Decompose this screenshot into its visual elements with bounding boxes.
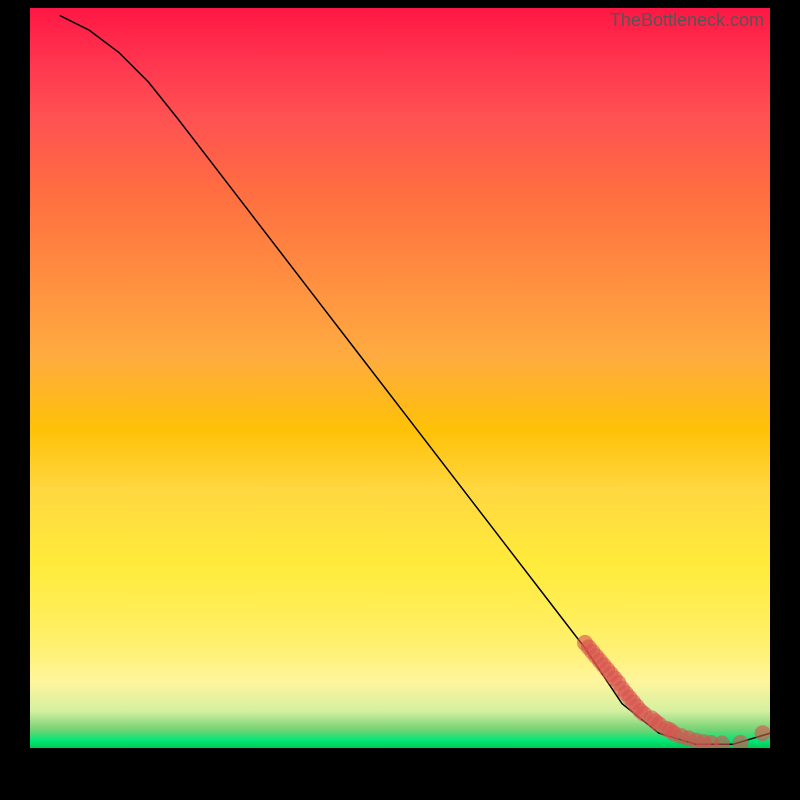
data-point bbox=[732, 735, 748, 748]
chart-svg bbox=[30, 8, 770, 748]
scatter-cluster bbox=[577, 635, 770, 748]
data-point bbox=[755, 725, 770, 741]
watermark-text: TheBottleneck.com bbox=[610, 10, 764, 31]
chart-area bbox=[30, 8, 770, 748]
main-curve bbox=[60, 15, 770, 744]
